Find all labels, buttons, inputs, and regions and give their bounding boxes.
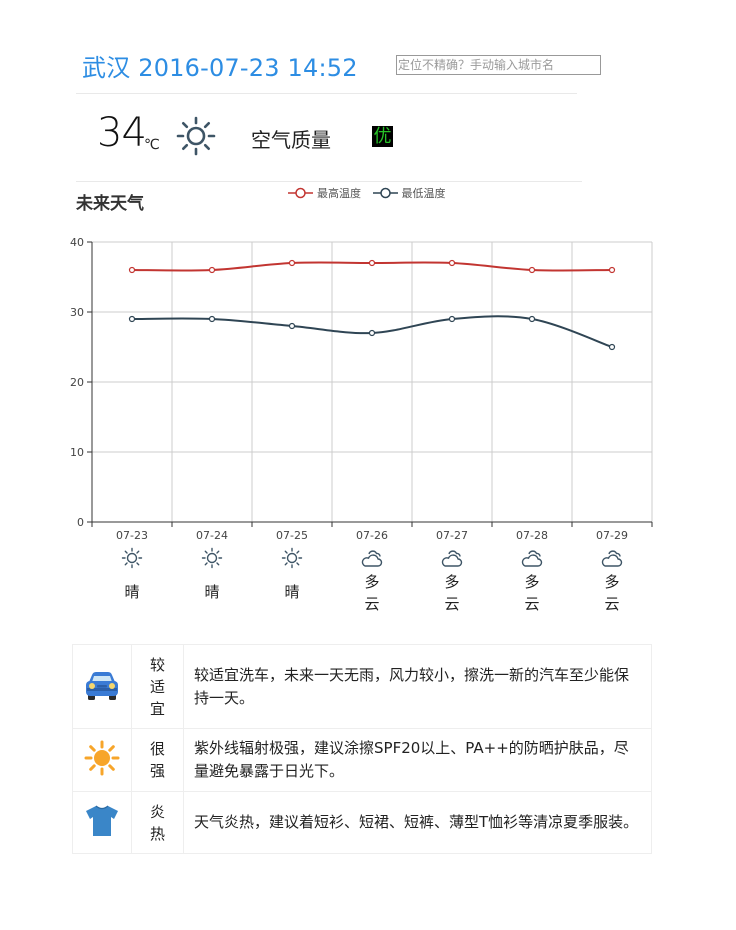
forecast-condition: 晴 [204,583,220,601]
forecast-condition: 多云 [524,573,540,613]
tip-row: 炎热天气炎热，建议着短衫、短裙、短裤、薄型T恤衫等清凉夏季服装。 [72,791,652,854]
forecast-date: 07-25 [276,529,308,542]
data-point-1[interactable] [608,343,616,351]
forecast-day: 07-23 晴 [92,528,172,603]
y-tick-label: 10 [70,446,84,459]
data-point-1[interactable] [528,315,536,323]
forecast-condition: 多云 [604,573,620,613]
forecast-day: 07-25 晴 [252,528,332,603]
data-point-1[interactable] [208,315,216,323]
y-tick-label: 30 [70,306,84,319]
forecast-date: 07-23 [116,529,148,542]
forecast-date: 07-26 [356,529,388,542]
forecast-date: 07-28 [516,529,548,542]
forecast-date: 07-24 [196,529,228,542]
data-point-0[interactable] [528,266,536,274]
cloud-icon [361,550,383,567]
tip-icon-cell [72,644,132,729]
forecast-date: 07-27 [436,529,468,542]
sun-icon [84,740,120,776]
cloud-icon [601,550,623,567]
lifestyle-tips-table: 较适宜较适宜洗车，未来一天无雨，风力较小，擦洗一新的汽车至少能保持一天。很强紫外… [72,644,652,854]
tip-text: 较适宜洗车，未来一天无雨，风力较小，擦洗一新的汽车至少能保持一天。 [183,644,652,729]
temperature-chart: 0 10 20 30 40 [70,236,653,529]
tip-text: 天气炎热，建议着短衫、短裙、短裤、薄型T恤衫等清凉夏季服装。 [183,791,652,854]
sun-icon [121,547,143,569]
data-point-1[interactable] [128,315,136,323]
sun-icon [281,547,303,569]
data-point-1[interactable] [448,315,456,323]
tip-text: 紫外线辐射极强，建议涂擦SPF20以上、PA++的防晒护肤品，尽量避免暴露于日光… [183,728,652,792]
forecast-day: 07-29 多云 [572,528,652,615]
tip-level: 炎热 [131,791,184,854]
cloud-icon [441,550,463,567]
forecast-day: 07-24 晴 [172,528,252,603]
tip-level: 较适宜 [131,644,184,729]
data-point-0[interactable] [448,259,456,267]
forecast-condition: 多云 [364,573,380,613]
data-point-0[interactable] [208,266,216,274]
data-point-0[interactable] [608,266,616,274]
tip-icon-cell [72,791,132,854]
forecast-day: 07-26 多云 [332,528,412,615]
cloud-icon [521,550,543,567]
tip-row: 较适宜较适宜洗车，未来一天无雨，风力较小，擦洗一新的汽车至少能保持一天。 [72,644,652,729]
data-point-0[interactable] [128,266,136,274]
car-icon [86,671,118,700]
tip-icon-cell [72,728,132,792]
tip-row: 很强紫外线辐射极强，建议涂擦SPF20以上、PA++的防晒护肤品，尽量避免暴露于… [72,728,652,792]
tip-level: 很强 [131,728,184,792]
y-tick-label: 20 [70,376,84,389]
y-tick-label: 40 [70,236,84,249]
data-point-0[interactable] [288,259,296,267]
data-point-1[interactable] [368,329,376,337]
sun-icon [201,547,223,569]
forecast-condition: 多云 [444,573,460,613]
forecast-day: 07-28 多云 [492,528,572,615]
data-point-0[interactable] [368,259,376,267]
forecast-day: 07-27 多云 [412,528,492,615]
forecast-date: 07-29 [596,529,628,542]
y-tick-label: 0 [77,516,84,529]
data-point-1[interactable] [288,322,296,330]
forecast-condition: 晴 [284,583,300,601]
tshirt-icon [86,805,118,836]
forecast-condition: 晴 [124,583,140,601]
